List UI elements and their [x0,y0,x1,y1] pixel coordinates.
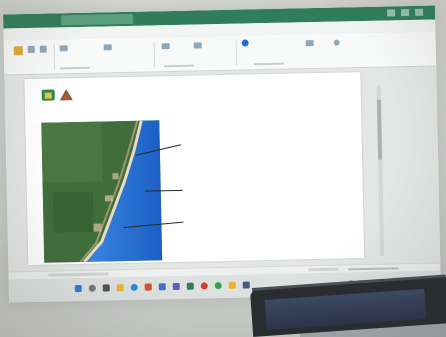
laptop-screen [264,288,427,330]
